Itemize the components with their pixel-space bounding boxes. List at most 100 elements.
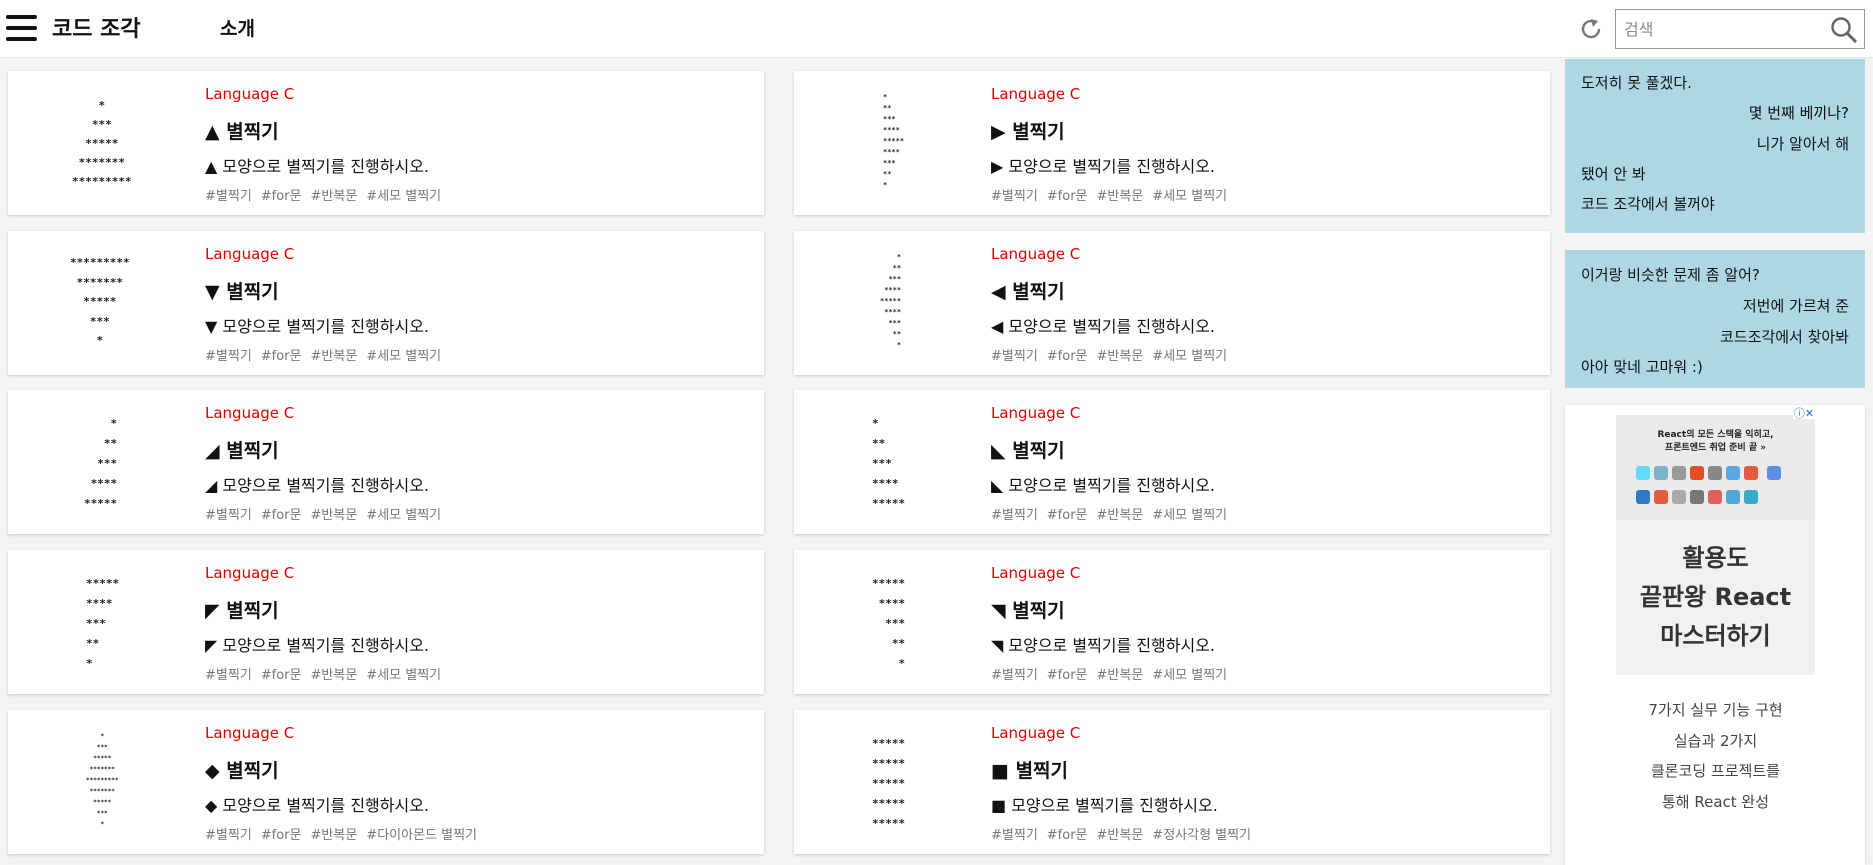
post-card[interactable]: ***** **** *** ** * Language C ◥ 별찍기 ◥ 모… bbox=[794, 550, 1550, 694]
tag[interactable]: #반복문 bbox=[1097, 508, 1144, 523]
menu-icon[interactable] bbox=[6, 15, 37, 41]
search-box bbox=[1615, 9, 1865, 49]
tag[interactable]: #정사각형 별찍기 bbox=[1152, 828, 1251, 843]
ad-body-line: 실습과 2가지 bbox=[1673, 732, 1758, 750]
tag[interactable]: #반복문 bbox=[311, 508, 358, 523]
tag[interactable]: #반복문 bbox=[1097, 828, 1144, 843]
tag[interactable]: #for문 bbox=[1047, 828, 1088, 843]
chat-line: 도저히 못 풀겠다. bbox=[1581, 74, 1692, 92]
tag[interactable]: #반복문 bbox=[1097, 349, 1144, 364]
post-card[interactable]: ********* ******* ***** *** * Language C… bbox=[8, 231, 764, 375]
chat-line: 코드조각에서 찾아봐 bbox=[1720, 328, 1849, 346]
tag[interactable]: #별찍기 bbox=[991, 668, 1038, 683]
tag[interactable]: #반복문 bbox=[311, 668, 358, 683]
post-title[interactable]: ■ 별찍기 bbox=[991, 756, 1068, 783]
ad-body-line: 7가지 실무 기능 구현 bbox=[1648, 701, 1783, 719]
tag[interactable]: #세모 별찍기 bbox=[366, 189, 441, 204]
post-description: ◆ 모양으로 별찍기를 진행하시오. bbox=[205, 796, 430, 815]
tag[interactable]: #세모 별찍기 bbox=[1152, 508, 1227, 523]
tag[interactable]: #별찍기 bbox=[205, 508, 252, 523]
post-title[interactable]: ◤ 별찍기 bbox=[205, 596, 279, 623]
tag[interactable]: #별찍기 bbox=[205, 349, 252, 364]
refresh-icon[interactable] bbox=[1578, 16, 1604, 42]
post-title[interactable]: ▲ 별찍기 bbox=[205, 117, 279, 144]
tag[interactable]: #for문 bbox=[261, 349, 302, 364]
tag[interactable]: #별찍기 bbox=[991, 828, 1038, 843]
post-description: ▼ 모양으로 별찍기를 진행하시오. bbox=[205, 317, 430, 336]
post-description: ◣ 모양으로 별찍기를 진행하시오. bbox=[991, 476, 1216, 495]
tag[interactable]: #for문 bbox=[1047, 189, 1088, 204]
tag[interactable]: #for문 bbox=[1047, 349, 1088, 364]
tag[interactable]: #별찍기 bbox=[205, 668, 252, 683]
advertisement[interactable]: React의 모든 스택을 익히고, 프론트엔드 취업 준비 끝 » ⓘ✕ 활용도… bbox=[1565, 405, 1865, 865]
post-card[interactable]: * *** ***** ******* ********* ******* **… bbox=[8, 710, 764, 854]
tag[interactable]: #반복문 bbox=[311, 349, 358, 364]
post-description: ▲ 모양으로 별찍기를 진행하시오. bbox=[205, 157, 430, 176]
chat-line: 저번에 가르쳐 준 bbox=[1742, 297, 1849, 315]
star-pattern-thumbnail: * ** *** **** ***** **** *** ** * bbox=[880, 253, 902, 349]
tag[interactable]: #세모 별찍기 bbox=[366, 668, 441, 683]
tag[interactable]: #반복문 bbox=[1097, 189, 1144, 204]
tag[interactable]: #for문 bbox=[261, 828, 302, 843]
post-card[interactable]: * ** *** **** ***** **** *** ** * Langua… bbox=[794, 231, 1550, 375]
post-description: ■ 모양으로 별찍기를 진행하시오. bbox=[991, 796, 1218, 815]
post-card[interactable]: * *** ***** ******* ********* Language C… bbox=[8, 71, 764, 215]
tag[interactable]: #for문 bbox=[261, 508, 302, 523]
post-description: ◤ 모양으로 별찍기를 진행하시오. bbox=[205, 636, 430, 655]
tech-logos bbox=[1634, 463, 1799, 511]
tag[interactable]: #for문 bbox=[1047, 668, 1088, 683]
ad-banner-image[interactable]: React의 모든 스택을 익히고, 프론트엔드 취업 준비 끝 » bbox=[1616, 415, 1815, 520]
tag[interactable]: #별찍기 bbox=[991, 508, 1038, 523]
post-card[interactable]: ***** ***** ***** ***** ***** Language C… bbox=[794, 710, 1550, 854]
tag[interactable]: #별찍기 bbox=[205, 189, 252, 204]
ad-banner-line2: 프론트엔드 취업 준비 끝 » bbox=[1664, 443, 1767, 453]
language-label: Language C bbox=[991, 724, 1081, 742]
post-title[interactable]: ◆ 별찍기 bbox=[205, 756, 279, 783]
post-card[interactable]: * ** *** **** ***** Language C ◣ 별찍기 ◣ 모… bbox=[794, 390, 1550, 534]
tag[interactable]: #별찍기 bbox=[205, 828, 252, 843]
post-title[interactable]: ◢ 별찍기 bbox=[205, 436, 279, 463]
tag[interactable]: #다이아몬드 별찍기 bbox=[366, 828, 477, 843]
post-card[interactable]: * ** *** **** ***** Language C ◢ 별찍기 ◢ 모… bbox=[8, 390, 764, 534]
post-title[interactable]: ◥ 별찍기 bbox=[991, 596, 1065, 623]
language-label: Language C bbox=[205, 724, 295, 742]
post-title[interactable]: ▶ 별찍기 bbox=[991, 117, 1065, 144]
tag-list: #별찍기 #for문 #반복문 #세모 별찍기 bbox=[991, 345, 1236, 364]
ad-headline-line: 활용도 bbox=[1682, 544, 1749, 572]
tag[interactable]: #for문 bbox=[261, 189, 302, 204]
tag[interactable]: #별찍기 bbox=[991, 349, 1038, 364]
ad-body-line: 통해 React 완성 bbox=[1661, 793, 1770, 811]
post-card[interactable]: ***** **** *** ** * Language C ◤ 별찍기 ◤ 모… bbox=[8, 550, 764, 694]
tag[interactable]: #세모 별찍기 bbox=[1152, 349, 1227, 364]
nav-about-link[interactable]: 소개 bbox=[220, 14, 255, 41]
tag-list: #별찍기 #for문 #반복문 #세모 별찍기 bbox=[205, 185, 450, 204]
tag[interactable]: #별찍기 bbox=[991, 189, 1038, 204]
post-title[interactable]: ◀ 별찍기 bbox=[991, 277, 1065, 304]
site-title[interactable]: 코드 조각 bbox=[52, 11, 141, 43]
tag[interactable]: #세모 별찍기 bbox=[1152, 189, 1227, 204]
chat-line: 코드 조각에서 볼꺼야 bbox=[1581, 195, 1715, 213]
tag[interactable]: #for문 bbox=[1047, 508, 1088, 523]
tag-list: #별찍기 #for문 #반복문 #정사각형 별찍기 bbox=[991, 824, 1260, 843]
tag[interactable]: #세모 별찍기 bbox=[1152, 668, 1227, 683]
tag-list: #별찍기 #for문 #반복문 #다이아몬드 별찍기 bbox=[205, 824, 486, 843]
search-icon[interactable] bbox=[1830, 16, 1858, 44]
post-title[interactable]: ▼ 별찍기 bbox=[205, 277, 279, 304]
top-bar: 코드 조각 소개 bbox=[0, 0, 1873, 58]
tag[interactable]: #for문 bbox=[261, 668, 302, 683]
ad-headline: 활용도 끝판왕 React 마스터하기 bbox=[1616, 520, 1815, 675]
tag[interactable]: #반복문 bbox=[311, 189, 358, 204]
ad-close-icon[interactable]: ⓘ✕ bbox=[1793, 405, 1815, 420]
tag[interactable]: #반복문 bbox=[1097, 668, 1144, 683]
tag-list: #별찍기 #for문 #반복문 #세모 별찍기 bbox=[205, 664, 450, 683]
tag[interactable]: #세모 별찍기 bbox=[366, 349, 441, 364]
star-pattern-thumbnail: ***** **** *** ** * bbox=[86, 577, 120, 670]
post-title[interactable]: ◣ 별찍기 bbox=[991, 436, 1065, 463]
tag[interactable]: #반복문 bbox=[311, 828, 358, 843]
post-card[interactable]: * ** *** **** ***** **** *** ** * Langua… bbox=[794, 71, 1550, 215]
search-input[interactable] bbox=[1616, 10, 1826, 48]
chat-box-1: 도저히 못 풀겠다. 몇 번째 베끼나? 니가 알아서 해 됐어 안 봐 코드 … bbox=[1565, 59, 1865, 233]
tag-list: #별찍기 #for문 #반복문 #세모 별찍기 bbox=[991, 664, 1236, 683]
tag[interactable]: #세모 별찍기 bbox=[366, 508, 441, 523]
language-label: Language C bbox=[205, 564, 295, 582]
